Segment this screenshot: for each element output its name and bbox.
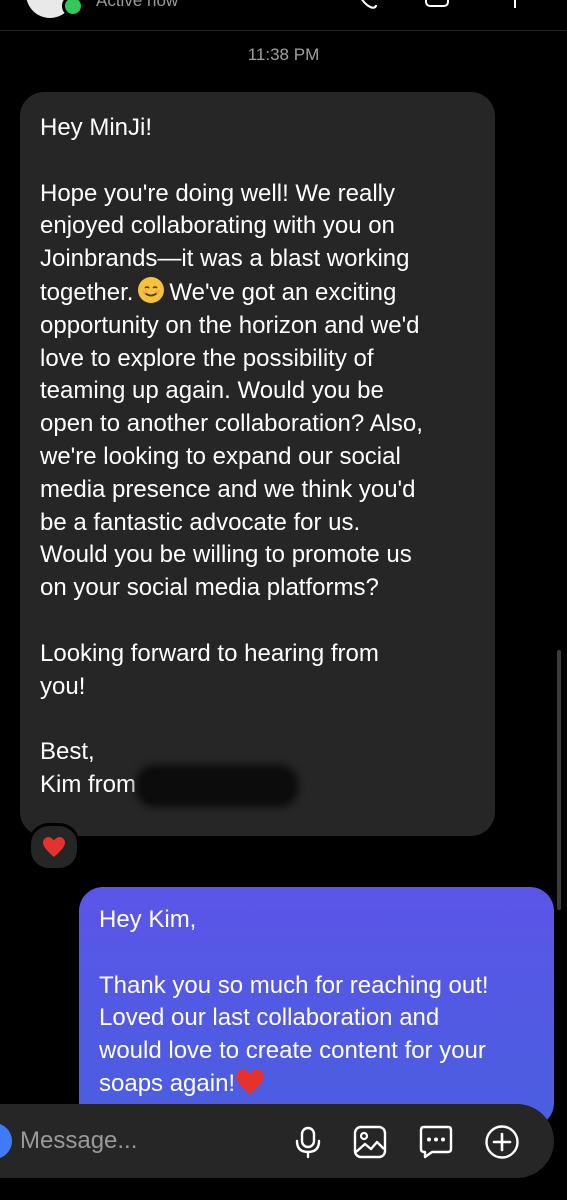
message-line: Hey Kim,: [99, 906, 197, 933]
plus-icon[interactable]: [484, 1124, 520, 1160]
message-text: soaps again!: [99, 1069, 236, 1097]
message-line: media presence and we think you'd: [40, 475, 416, 503]
message-input[interactable]: [20, 1124, 270, 1158]
message-line: be a fantastic advocate for us.: [40, 508, 361, 536]
message-line: soaps again!: [99, 1068, 534, 1101]
message-line: together. We've got an exciting: [40, 276, 475, 310]
incoming-message-bubble[interactable]: Hey MinJi! Hope you're doing well! We re…: [20, 92, 495, 836]
message-line: would love to create content for your: [99, 1037, 486, 1065]
message-line: Hope you're doing well! We really: [40, 179, 395, 207]
microphone-icon[interactable]: [290, 1124, 326, 1160]
smiling-face-emoji-icon: [138, 276, 165, 303]
message-line: opportunity on the horizon and we'd: [40, 311, 420, 339]
chat-header: Active now: [0, 0, 567, 31]
scrollbar[interactable]: [557, 650, 561, 910]
message-timestamp: 11:38 PM: [247, 45, 320, 64]
video-call-icon[interactable]: [425, 0, 449, 10]
online-indicator: [62, 0, 84, 17]
outgoing-message-bubble[interactable]: Hey Kim, Thank you so much for reaching …: [79, 887, 554, 1127]
phone-icon[interactable]: [355, 0, 379, 10]
heart-emoji-icon: [236, 1069, 264, 1095]
message-line: on your social media platforms?: [40, 574, 379, 602]
camera-button[interactable]: [0, 1123, 12, 1159]
message-line: open to another collaboration? Also,: [40, 410, 423, 438]
message-line: teaming up again. Would you be: [40, 377, 384, 405]
message-line: love to explore the possibility of: [40, 344, 374, 372]
sticker-chat-icon[interactable]: [418, 1124, 454, 1160]
message-line: enjoyed collaborating with you on: [40, 212, 395, 240]
flag-icon[interactable]: [510, 0, 534, 10]
message-text: We've got an exciting: [169, 278, 397, 306]
message-text: together.: [40, 278, 134, 306]
message-composer: [0, 1104, 554, 1178]
message-line: you!: [40, 672, 86, 700]
message-line: Best,: [40, 738, 95, 766]
message-line: Loved our last collaboration and: [99, 1004, 440, 1032]
message-line: Joinbrands—it was a blast working: [40, 245, 410, 273]
message-line: Looking forward to hearing from: [40, 639, 379, 667]
gallery-icon[interactable]: [352, 1124, 388, 1160]
message-line: Would you be willing to promote us: [40, 541, 412, 569]
message-line: Hey MinJi!: [40, 114, 153, 141]
active-status: Active now: [96, 0, 179, 10]
heart-reaction[interactable]: [28, 823, 80, 871]
message-line: Kim from: [40, 769, 475, 802]
message-line: we're looking to expand our social: [40, 442, 401, 470]
message-line: Thank you so much for reaching out!: [99, 971, 489, 999]
redacted-name: [142, 770, 292, 801]
message-text: Kim from: [40, 770, 136, 798]
heart-icon: [43, 837, 65, 857]
